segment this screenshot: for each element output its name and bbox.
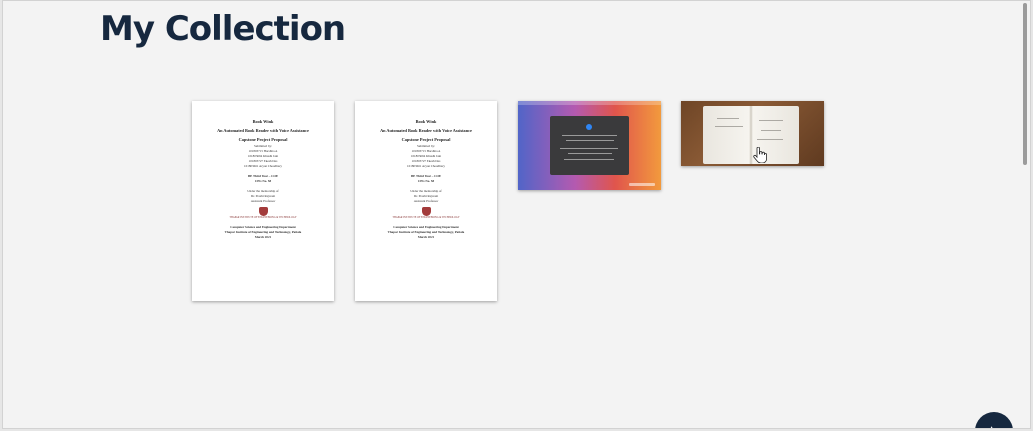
- hand-pointer-icon: [753, 147, 767, 163]
- app-icon: [586, 124, 592, 130]
- collection-item-document-1[interactable]: Book Wink An Automated Book Reader with …: [192, 101, 334, 301]
- arrow-up-icon: ▲: [987, 424, 996, 428]
- doc-date: March 2021: [254, 235, 272, 239]
- doc-title: Book Wink: [252, 119, 274, 124]
- institute-logo-icon: [421, 207, 431, 216]
- scrollbar[interactable]: [1023, 3, 1027, 165]
- doc-subtitle: An Automated Book Reader with Voice Assi…: [380, 128, 472, 133]
- collection-item-screenshot[interactable]: [518, 101, 661, 190]
- doc-subtitle: An Automated Book Reader with Voice Assi…: [217, 128, 309, 133]
- collection-page: My Collection Book Wink An Automated Boo…: [2, 0, 1031, 429]
- doc-heading: Capstone Project Proposal: [401, 137, 451, 142]
- doc-date: March 2021: [417, 235, 435, 239]
- open-book-image: [703, 106, 799, 164]
- doc-mentor-title: Assistant Professor: [413, 199, 439, 203]
- dock-thumbnail: [629, 183, 655, 186]
- doc-heading: Capstone Project Proposal: [238, 137, 288, 142]
- doc-mentor-title: Assistant Professor: [250, 199, 276, 203]
- scroll-to-top-button[interactable]: ▲: [975, 412, 1013, 428]
- collection-item-document-2[interactable]: Book Wink An Automated Book Reader with …: [355, 101, 497, 301]
- menu-bar: [518, 101, 661, 105]
- doc-title: Book Wink: [415, 119, 437, 124]
- page-title: My Collection: [100, 9, 346, 49]
- dialog-thumbnail: [550, 116, 629, 175]
- institute-logo-icon: [258, 207, 268, 216]
